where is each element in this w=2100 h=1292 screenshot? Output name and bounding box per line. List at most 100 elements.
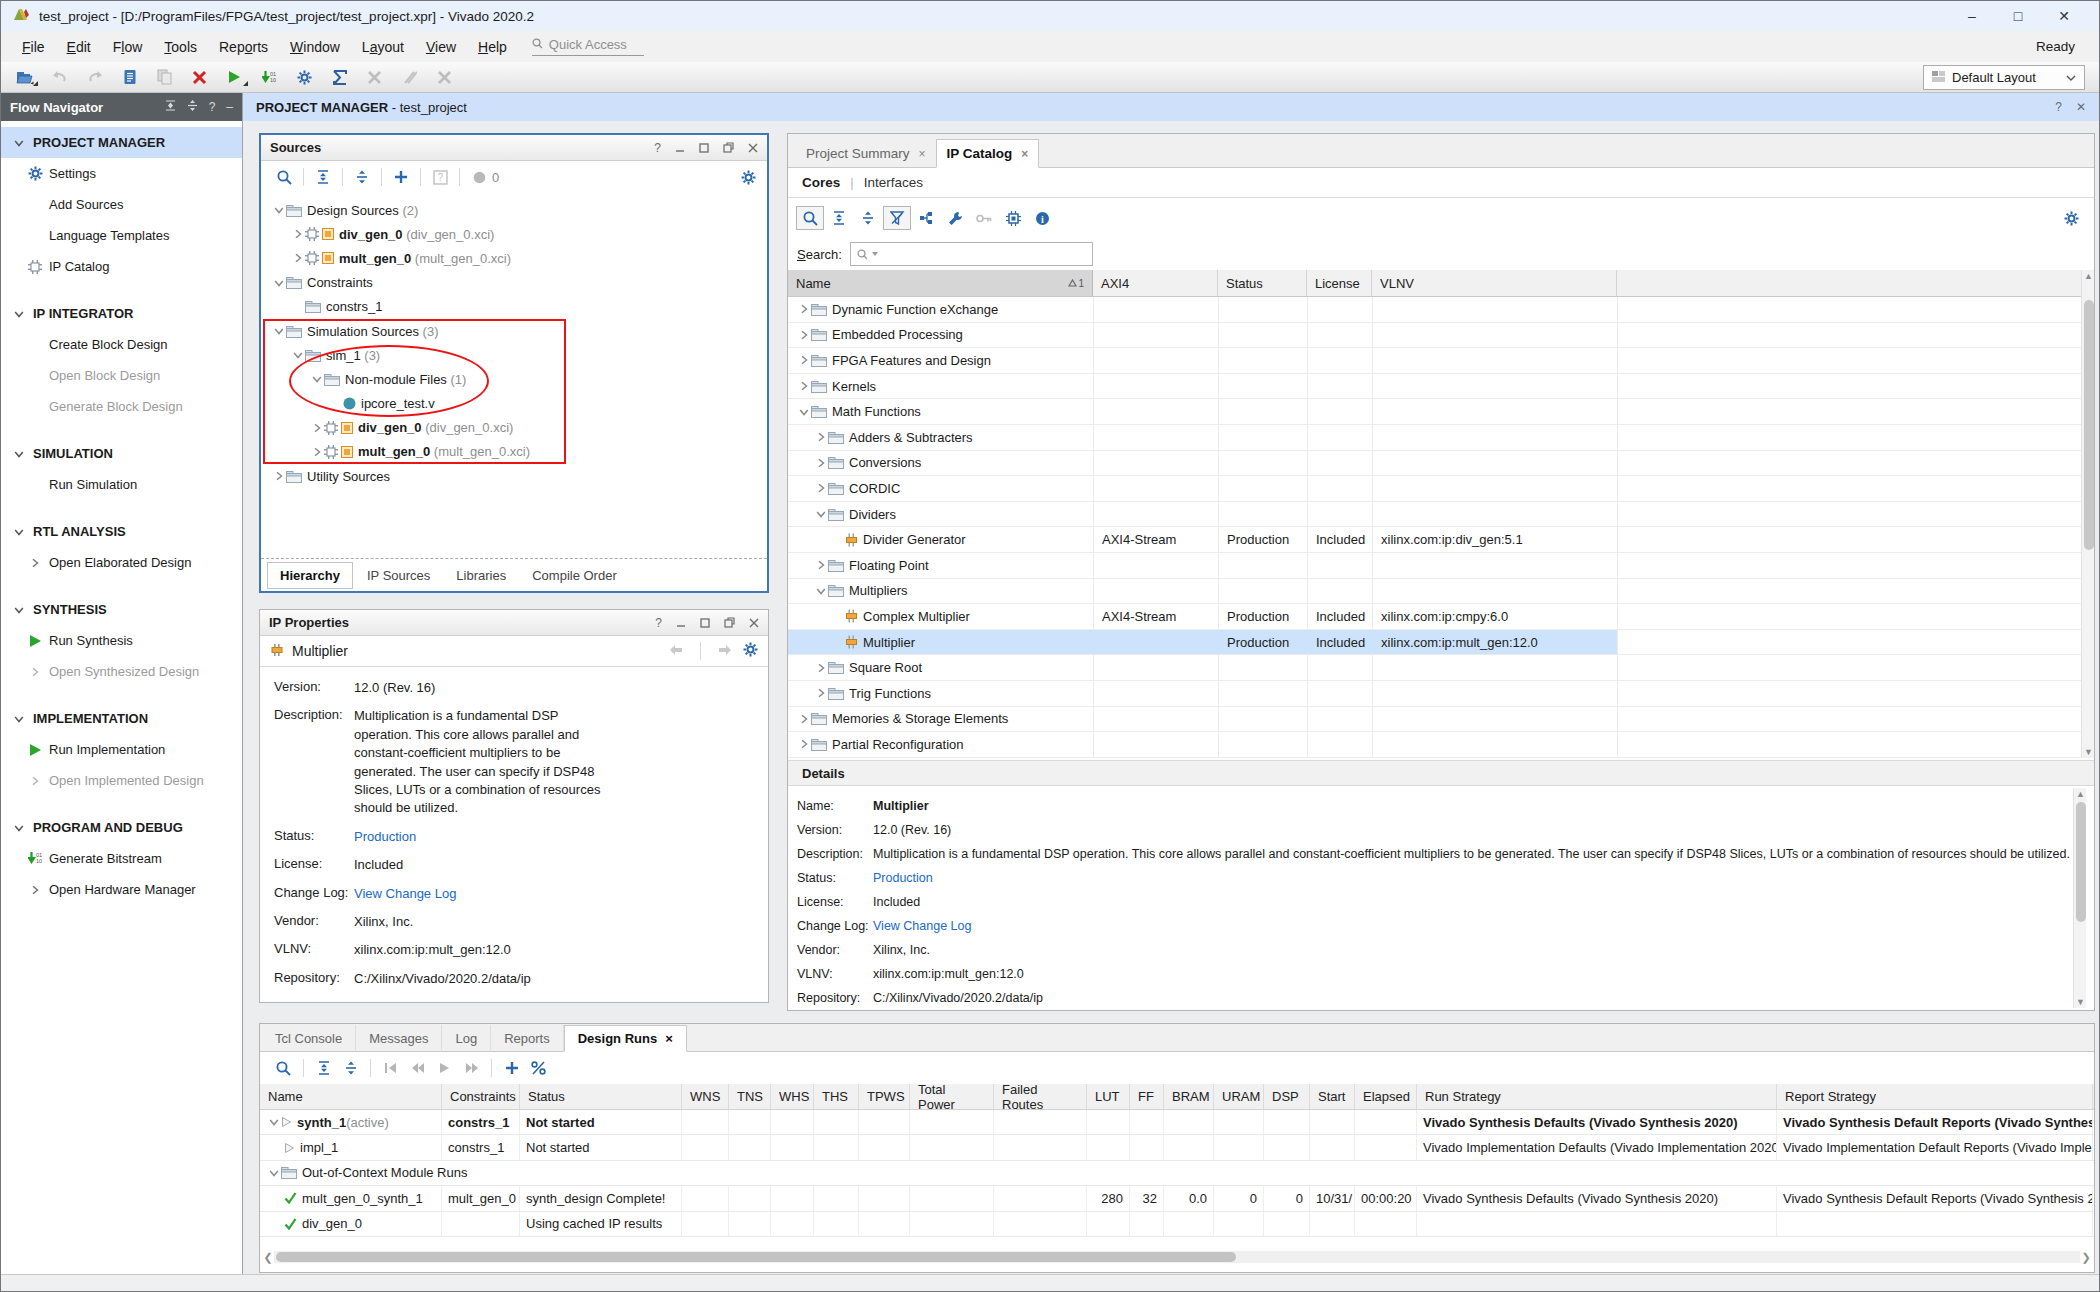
nav-section-ip-integrator[interactable]: IP INTEGRATOR (1, 298, 242, 329)
search-icon[interactable] (796, 206, 824, 230)
catalog-tree-item[interactable]: Floating Point (788, 553, 2094, 579)
menu-window[interactable]: Window (279, 39, 351, 55)
tab-hierarchy[interactable]: Hierarchy (267, 562, 353, 589)
nav-section-project-manager[interactable]: PROJECT MANAGER (1, 127, 242, 158)
nav-item-open-implemented-design[interactable]: Open Implemented Design (1, 765, 242, 796)
column-header-start[interactable]: Start (1310, 1084, 1355, 1109)
chevron-down-icon[interactable] (309, 373, 324, 385)
menu-help[interactable]: Help (467, 39, 518, 55)
nav-item-create-block-design[interactable]: Create Block Design (1, 329, 242, 360)
horizontal-scrollbar[interactable]: ❮ ❯ (262, 1250, 2092, 1264)
property-value[interactable]: View Change Log (354, 885, 456, 903)
help-icon[interactable]: ? (655, 616, 662, 629)
layout-selector[interactable]: Default Layout (1923, 65, 2085, 90)
percent-icon[interactable] (525, 1056, 552, 1080)
nav-item-open-hardware-manager[interactable]: Open Hardware Manager (1, 874, 242, 905)
fast-backward-icon[interactable] (404, 1056, 431, 1080)
settings-gear-icon[interactable] (743, 642, 758, 660)
column-header-ff[interactable]: FF (1130, 1084, 1164, 1109)
create-run-icon[interactable] (498, 1056, 525, 1080)
undo-icon[interactable] (42, 64, 77, 90)
help-icon[interactable]: ? (209, 100, 216, 114)
minimize-button[interactable]: – (1949, 8, 1995, 24)
runs-row[interactable]: impl_1constrs_1Not startedVivado Impleme… (260, 1135, 2094, 1160)
catalog-tree-item[interactable]: FPGA Features and Design (788, 348, 2094, 374)
chevron-right-icon[interactable] (813, 662, 828, 674)
cancel-run-disabled-icon[interactable] (427, 64, 462, 90)
chevron-down-icon[interactable] (271, 325, 286, 337)
settings-gear-icon[interactable] (287, 64, 322, 90)
nav-item-run-synthesis[interactable]: Run Synthesis (1, 625, 242, 656)
collapse-all-icon[interactable] (310, 166, 336, 188)
tab-messages[interactable]: Messages (356, 1025, 442, 1052)
nav-item-open-synthesized-design[interactable]: Open Synthesized Design (1, 656, 242, 687)
catalog-tree-item[interactable]: Multipliers (788, 579, 2094, 605)
nav-section-rtl-analysis[interactable]: RTL ANALYSIS (1, 516, 242, 547)
run-icon[interactable] (217, 64, 252, 90)
column-header-whs[interactable]: WHS (771, 1084, 814, 1109)
catalog-tree-item[interactable]: Math Functions (788, 399, 2094, 425)
catalog-tree-item[interactable]: Square Root (788, 655, 2094, 681)
catalog-tree-item[interactable]: Kernels (788, 374, 2094, 400)
column-header-axi4[interactable]: AXI4 (1093, 270, 1218, 296)
subtab-cores[interactable]: Cores (802, 175, 840, 190)
nav-item-open-block-design[interactable]: Open Block Design (1, 360, 242, 391)
chevron-down-icon[interactable] (813, 508, 828, 520)
catalog-tree-item[interactable]: Conversions (788, 451, 2094, 477)
source-tree-item[interactable]: sim_1 (3) (261, 343, 767, 367)
tab-reports[interactable]: Reports (491, 1025, 564, 1052)
tab-design-runs[interactable]: Design Runs× (564, 1025, 687, 1052)
nav-item-generate-block-design[interactable]: Generate Block Design (1, 391, 242, 422)
float-icon[interactable] (724, 616, 735, 629)
open-project-icon[interactable] (7, 64, 42, 90)
catalog-tree-item[interactable]: Complex MultiplierAXI4-StreamProductionI… (788, 604, 2094, 630)
help-icon[interactable]: ? (2055, 101, 2062, 114)
column-header-name[interactable]: Name (260, 1084, 442, 1109)
menu-view[interactable]: View (415, 39, 467, 55)
fast-forward-icon[interactable] (458, 1056, 485, 1080)
chevron-down-icon[interactable] (271, 204, 286, 216)
source-tree-item[interactable]: ipcore_test.v (261, 392, 767, 416)
chevron-right-icon[interactable] (796, 354, 811, 366)
menu-flow[interactable]: Flow (102, 39, 154, 55)
generate-ip-icon[interactable] (999, 206, 1027, 230)
chevron-right-icon[interactable] (796, 329, 811, 341)
column-header-uram[interactable]: URAM (1214, 1084, 1264, 1109)
property-value[interactable]: Production (354, 828, 416, 846)
details-value[interactable]: View Change Log (873, 918, 971, 936)
column-header-ths[interactable]: THS (814, 1084, 859, 1109)
column-header-wns[interactable]: WNS (682, 1084, 729, 1109)
expand-all-icon[interactable] (854, 206, 882, 230)
pause-disabled-icon[interactable] (392, 64, 427, 90)
column-header-report-strategy[interactable]: Report Strategy (1777, 1084, 2093, 1109)
report-sigma-icon[interactable] (322, 64, 357, 90)
runs-row[interactable]: synth_1 (active)constrs_1Not startedViva… (260, 1110, 2094, 1135)
column-header-name[interactable]: Name1 (788, 270, 1093, 296)
subtab-interfaces[interactable]: Interfaces (864, 175, 923, 190)
close-icon[interactable] (748, 141, 758, 154)
chevron-right-icon[interactable] (271, 470, 286, 482)
chevron-right-icon[interactable] (796, 380, 811, 392)
redo-icon[interactable] (77, 64, 112, 90)
search-icon[interactable] (270, 1056, 297, 1080)
source-tree-item[interactable]: Utility Sources (261, 464, 767, 488)
info-icon[interactable]: i (1028, 206, 1056, 230)
details-value[interactable]: Production (873, 870, 933, 888)
generate-bitstream-icon[interactable]: 0110 (252, 64, 287, 90)
settings-gear-icon[interactable] (2057, 206, 2085, 230)
catalog-tree-item[interactable]: Adders & Subtracters (788, 425, 2094, 451)
source-tree-item[interactable]: constrs_1 (261, 295, 767, 319)
chevron-down-icon[interactable] (271, 277, 286, 289)
chevron-right-icon[interactable] (813, 457, 828, 469)
ip-search-input[interactable] (850, 242, 1093, 266)
runs-row[interactable]: div_gen_0Using cached IP results (260, 1212, 2094, 1237)
close-icon[interactable]: ✕ (2076, 101, 2086, 114)
back-icon[interactable] (668, 643, 684, 659)
source-tree-item[interactable]: mult_gen_0 (mult_gen_0.xci) (261, 440, 767, 464)
chevron-right-icon[interactable] (309, 422, 324, 434)
help-icon[interactable]: ? (654, 141, 661, 154)
column-header-status[interactable]: Status (1218, 270, 1307, 296)
column-header-vlnv[interactable]: VLNV (1372, 270, 1617, 296)
column-header-constraints[interactable]: Constraints (442, 1084, 520, 1109)
column-header-bram[interactable]: BRAM (1164, 1084, 1214, 1109)
